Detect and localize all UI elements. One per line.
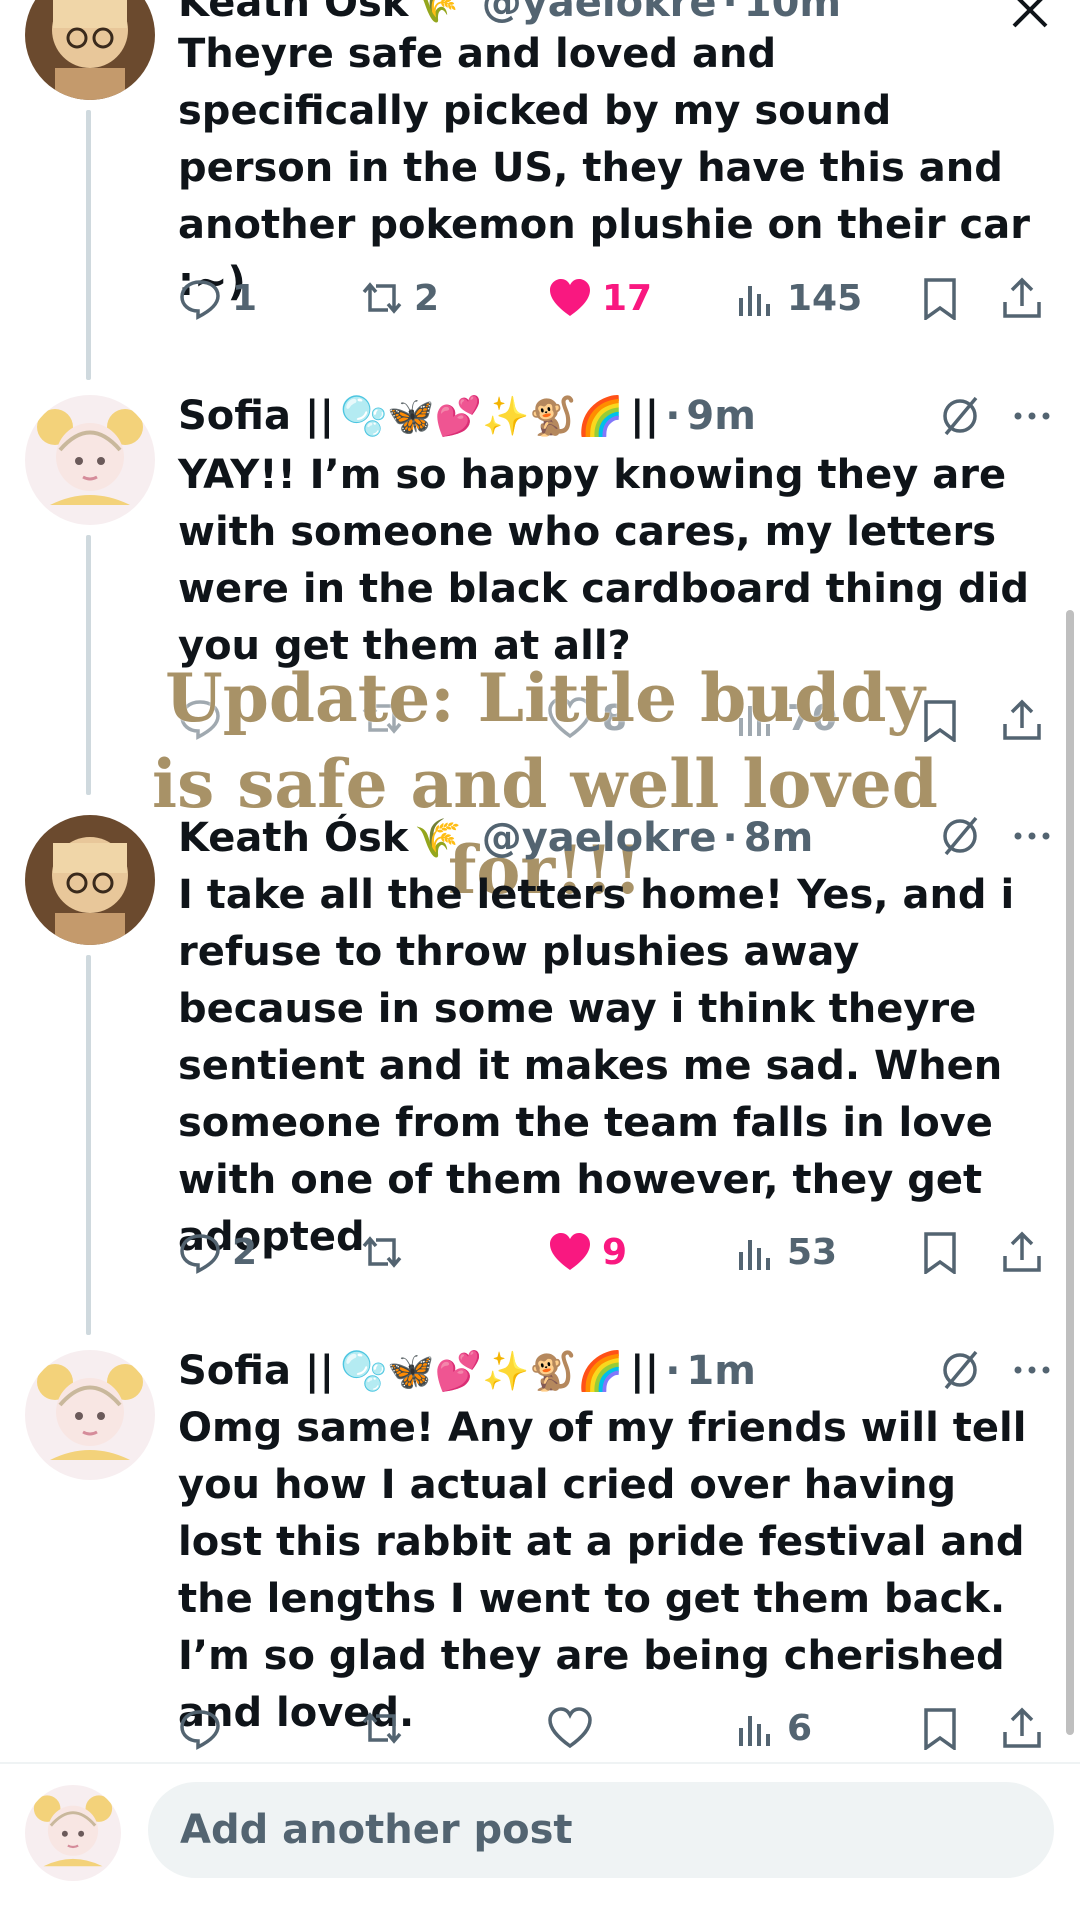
reply-button[interactable] bbox=[178, 1698, 232, 1758]
post-actions: 1 2 17 145 bbox=[178, 268, 1058, 328]
heart-outline-icon bbox=[548, 1707, 592, 1749]
view-count: 53 bbox=[787, 1231, 838, 1273]
repost-button[interactable] bbox=[360, 1222, 414, 1282]
post-header: Sofia || 🫧🦋💕✨🐒🌈 || · 1m bbox=[178, 1348, 756, 1394]
share-icon[interactable] bbox=[1000, 698, 1044, 742]
views-icon bbox=[739, 1240, 770, 1270]
post-header: Sofia || 🫧🦋💕✨🐒🌈 || · 9m bbox=[178, 393, 756, 439]
reply-icon bbox=[180, 280, 220, 320]
bookmark-icon bbox=[924, 278, 956, 320]
grok-icon[interactable] bbox=[938, 394, 982, 438]
post-text: YAY!! I’m so happy knowing they are with… bbox=[178, 452, 1029, 669]
thread-line bbox=[86, 110, 91, 380]
bookmark-icon bbox=[924, 1232, 956, 1274]
like-button[interactable]: 17 bbox=[548, 268, 652, 328]
heart-filled-icon bbox=[550, 1233, 590, 1270]
add-post-input[interactable] bbox=[178, 1806, 1054, 1854]
post-text: I take all the letters home! Yes, and i … bbox=[178, 872, 1015, 1260]
post-actions: 2 9 53 bbox=[178, 1222, 1058, 1282]
more-icon[interactable] bbox=[1010, 814, 1054, 858]
share-icon bbox=[1003, 1707, 1041, 1748]
grok-icon[interactable] bbox=[938, 814, 982, 858]
like-count: 17 bbox=[602, 277, 653, 319]
heart-filled-icon bbox=[550, 279, 590, 316]
like-button[interactable] bbox=[548, 1698, 602, 1758]
views-icon bbox=[739, 286, 770, 316]
author-emoji: 🫧🦋💕✨🐒🌈 bbox=[340, 1348, 624, 1393]
thread-line bbox=[86, 955, 91, 1335]
reply-button[interactable]: 1 bbox=[178, 268, 257, 328]
post-time[interactable]: 9m bbox=[686, 393, 756, 439]
author-handle[interactable]: @yaelokre bbox=[482, 815, 717, 861]
author-name[interactable]: Sofia || bbox=[178, 1348, 334, 1394]
view-count: 6 bbox=[787, 1707, 813, 1749]
repost-icon bbox=[362, 282, 402, 314]
author-name[interactable]: Sofia || bbox=[178, 393, 334, 439]
author-emoji: 🫧🦋💕✨🐒🌈 bbox=[340, 393, 624, 438]
composer bbox=[148, 1782, 1054, 1878]
reply-icon bbox=[180, 1234, 220, 1274]
divider bbox=[0, 1762, 1080, 1764]
like-count: 9 bbox=[602, 1231, 628, 1273]
post-time[interactable]: 8m bbox=[744, 815, 814, 861]
bookmark-icon bbox=[924, 1708, 956, 1750]
separator-dot: · bbox=[665, 1348, 681, 1394]
author-handle[interactable]: @yaelokre bbox=[482, 0, 717, 26]
separator-dot: · bbox=[665, 393, 681, 439]
author-emoji: 🌾 bbox=[414, 815, 462, 860]
more-icon[interactable] bbox=[1010, 394, 1054, 438]
more-icon[interactable] bbox=[1010, 1348, 1054, 1392]
avatar[interactable] bbox=[25, 815, 155, 945]
post-header: Keath Ósk 🌾 @yaelokre · 8m bbox=[178, 815, 813, 861]
avatar[interactable] bbox=[25, 0, 155, 100]
author-name[interactable]: Keath Ósk bbox=[178, 0, 408, 26]
repost-icon bbox=[362, 1712, 402, 1744]
separator-dot: · bbox=[722, 0, 738, 26]
post-time[interactable]: 10m bbox=[744, 0, 841, 26]
views-button[interactable]: 53 bbox=[733, 1222, 837, 1282]
post-time[interactable]: 1m bbox=[686, 1348, 756, 1394]
post-text: Omg same! Any of my friends will tell yo… bbox=[178, 1405, 1027, 1736]
thread-line bbox=[86, 535, 91, 795]
scrollbar[interactable] bbox=[1066, 610, 1074, 1735]
repost-icon bbox=[362, 1236, 402, 1268]
share-icon bbox=[1003, 1231, 1041, 1272]
reply-button[interactable]: 2 bbox=[178, 1222, 257, 1282]
post-header: Keath Ósk 🌾 @yaelokre · 10m bbox=[178, 0, 841, 26]
reply-icon bbox=[180, 1710, 220, 1750]
view-count: 145 bbox=[787, 277, 863, 319]
views-icon bbox=[739, 1716, 770, 1746]
views-button[interactable]: 6 bbox=[733, 1698, 812, 1758]
author-name-suffix: || bbox=[629, 393, 660, 439]
bookmark-button[interactable] bbox=[918, 1698, 972, 1758]
bookmark-button[interactable] bbox=[918, 1222, 972, 1282]
views-button[interactable]: 145 bbox=[733, 268, 862, 328]
post-actions: 6 bbox=[178, 1698, 1058, 1758]
composer-avatar bbox=[25, 1785, 121, 1881]
grok-icon[interactable] bbox=[938, 1348, 982, 1392]
repost-count: 2 bbox=[414, 277, 440, 319]
repost-button[interactable] bbox=[360, 1698, 414, 1758]
author-emoji: 🌾 bbox=[414, 0, 462, 25]
bookmark-button[interactable] bbox=[918, 268, 972, 328]
share-icon bbox=[1003, 277, 1041, 318]
share-button[interactable] bbox=[1000, 1698, 1054, 1758]
reply-count: 2 bbox=[232, 1231, 258, 1273]
separator-dot: · bbox=[722, 815, 738, 861]
share-button[interactable] bbox=[1000, 1222, 1054, 1282]
repost-button[interactable]: 2 bbox=[360, 268, 439, 328]
avatar[interactable] bbox=[25, 1350, 155, 1480]
author-name-suffix: || bbox=[629, 1348, 660, 1394]
reply-count: 1 bbox=[232, 277, 258, 319]
author-name[interactable]: Keath Ósk bbox=[178, 815, 408, 861]
share-button[interactable] bbox=[1000, 268, 1054, 328]
avatar[interactable] bbox=[25, 395, 155, 525]
like-button[interactable]: 9 bbox=[548, 1222, 627, 1282]
